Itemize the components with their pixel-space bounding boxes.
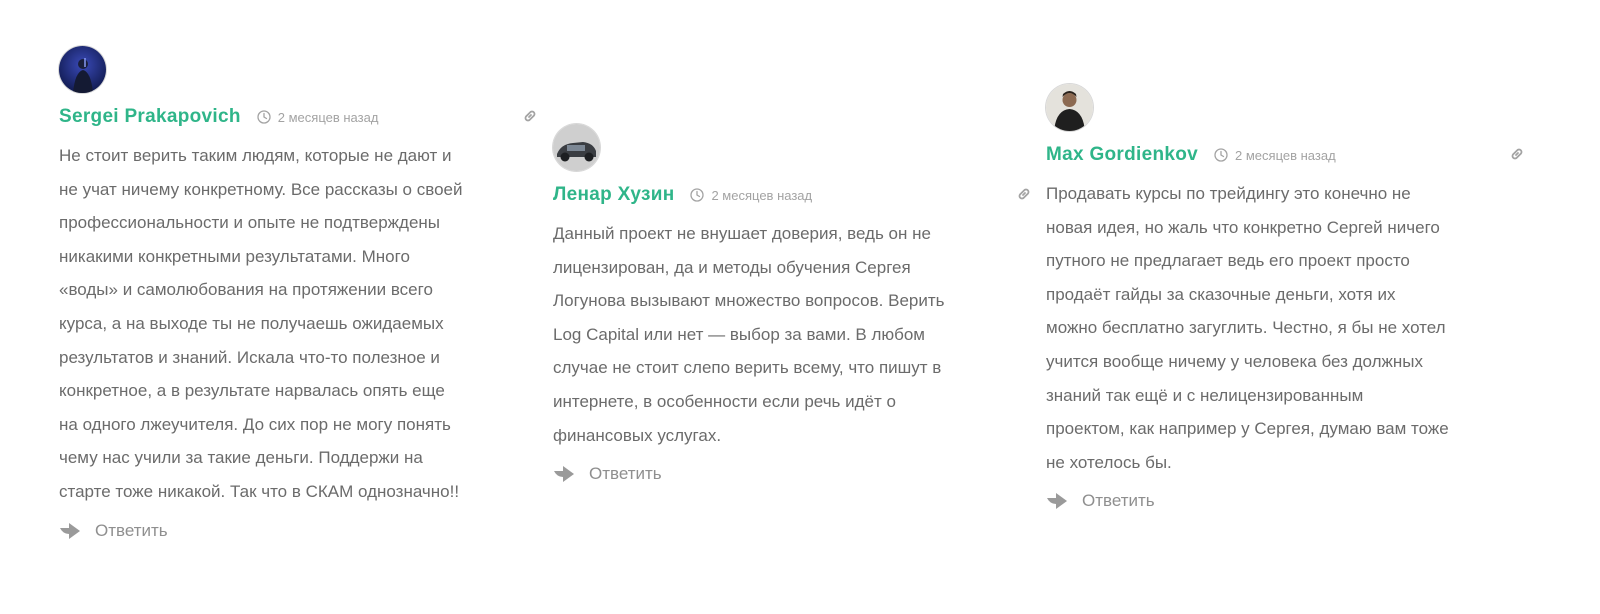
comment-meta: Sergei Prakapovich 2 месяцев назад — [59, 105, 539, 129]
comment-line: Log Capital или нет — выбор за вами. В л… — [553, 324, 925, 344]
comment-line: новая идея, но жаль что конкретно Сергей… — [1046, 217, 1440, 237]
comment-line: курса, а на выходе ты не получаешь ожида… — [59, 313, 444, 333]
reply-button[interactable]: Ответить — [1046, 491, 1155, 511]
avatar[interactable] — [553, 124, 600, 171]
comment-time[interactable]: 2 месяцев назад — [711, 188, 812, 203]
comment-line: Логунова вызывают множество вопросов. Ве… — [553, 291, 945, 311]
comment-line: на одного лжеучителя. До сих пор не могу… — [59, 414, 451, 434]
comment-line: интернете, в особенности если речь идёт … — [553, 391, 896, 411]
author-name[interactable]: Ленар Хузин — [553, 184, 674, 206]
clock-icon — [257, 110, 271, 124]
avatar[interactable] — [59, 46, 106, 93]
author-name[interactable]: Sergei Prakapovich — [59, 106, 241, 128]
clock-icon — [690, 188, 705, 202]
comment-line: Данный проект не внушает доверия, ведь о… — [553, 224, 931, 243]
comments-section: Sergei Prakapovich 2 месяцев назад Не ст… — [0, 0, 1600, 614]
comment-line: никакими конкретными результатами. Много — [59, 246, 410, 266]
comment-time[interactable]: 2 месяцев назад — [1235, 148, 1336, 163]
reply-label: Ответить — [589, 464, 662, 484]
reply-label: Ответить — [1082, 491, 1155, 511]
avatar-image — [553, 124, 600, 171]
comment-text: Данный проект не внушает доверия, ведь о… — [553, 217, 1033, 452]
comment-2: Ленар Хузин 2 месяцев назад Данный проек… — [553, 124, 1033, 488]
link-icon[interactable] — [521, 107, 539, 130]
comment-line: не учат ничему конкретному. Все рассказы… — [59, 179, 463, 199]
avatar-image — [59, 46, 106, 93]
comment-3: Max Gordienkov 2 месяцев назад Продавать… — [1046, 84, 1526, 515]
comment-line: профессиональности и опыте не подтвержде… — [59, 213, 441, 233]
comment-line: проектом, как например у Сергея, думаю в… — [1046, 419, 1449, 439]
author-name[interactable]: Max Gordienkov — [1046, 144, 1198, 166]
clock-icon — [1214, 148, 1228, 162]
comment-line: можно бесплатно загуглить. Честно, я бы … — [1046, 318, 1446, 338]
comment-line: Не стоит верить таким людям, которые не … — [59, 146, 452, 165]
comment-line: путного не предлагает ведь его проект пр… — [1046, 251, 1410, 271]
reply-button[interactable]: Ответить — [59, 521, 168, 541]
comment-1: Sergei Prakapovich 2 месяцев назад Не ст… — [59, 46, 539, 545]
comment-line: результатов и знаний. Искала что-то поле… — [59, 347, 440, 367]
comment-text: Продавать курсы по трейдингу это конечно… — [1046, 177, 1526, 479]
avatar-image — [1046, 84, 1093, 131]
avatar[interactable] — [1046, 84, 1093, 131]
reply-arrow-icon — [553, 465, 577, 483]
reply-arrow-icon — [59, 522, 83, 540]
comment-text: Не стоит верить таким людям, которые не … — [59, 139, 539, 509]
link-icon[interactable] — [1015, 185, 1033, 208]
reply-label: Ответить — [95, 520, 168, 540]
reply-arrow-icon — [1046, 492, 1070, 510]
comment-line: учится вообще ничему у человека без долж… — [1046, 351, 1423, 371]
comment-line: не хотелось бы. — [1046, 452, 1172, 472]
comment-line: «воды» и самолюбования на протяжении все… — [59, 280, 433, 300]
comment-time[interactable]: 2 месяцев назад — [278, 110, 379, 125]
comment-meta: Ленар Хузин 2 месяцев назад — [553, 183, 1033, 207]
comment-meta: Max Gordienkov 2 месяцев назад — [1046, 143, 1526, 167]
comment-line: Продавать курсы по трейдингу это конечно… — [1046, 184, 1411, 203]
comment-line: старте тоже никакой. Так что в СКАМ одно… — [59, 481, 460, 501]
link-icon[interactable] — [1508, 145, 1526, 168]
comment-line: случае не стоит слепо верить всему, что … — [553, 358, 942, 378]
comment-line: конкретное, а в результате нарвалась опя… — [59, 381, 445, 401]
comment-line: чему нас учили за такие деньги. Поддержи… — [59, 448, 423, 468]
comment-line: продаёт гайды за сказочные деньги, хотя … — [1046, 284, 1396, 304]
comment-line: лицензирован, да и методы обучения Серге… — [553, 257, 911, 277]
comment-line: финансовых услугах. — [553, 425, 722, 445]
reply-button[interactable]: Ответить — [553, 464, 662, 484]
comment-line: знаний так ещё и с нелицензированным — [1046, 385, 1364, 405]
